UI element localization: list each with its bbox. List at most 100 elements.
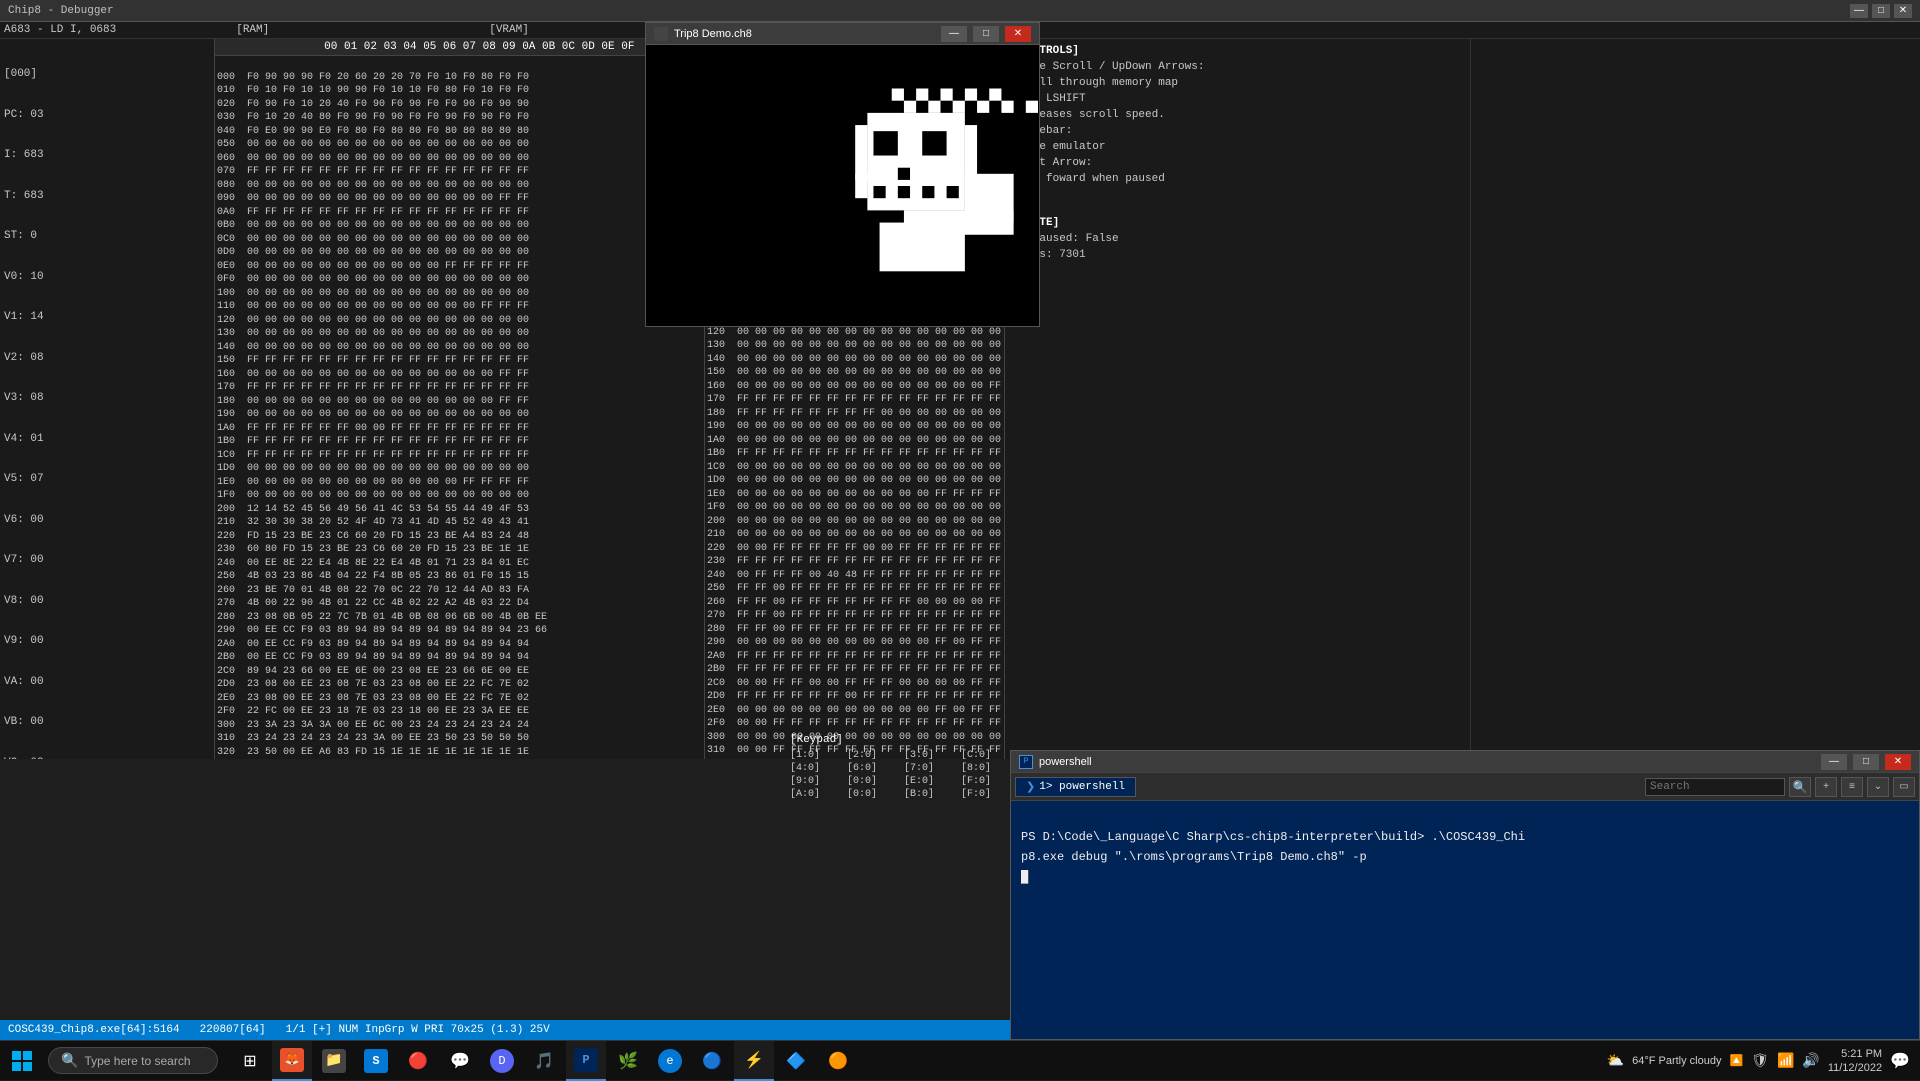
taskbar-icon-2[interactable]: 📁 xyxy=(314,1041,354,1081)
ps-toolbar-btn1[interactable]: + xyxy=(1815,777,1837,797)
taskbar: 🔍 Type here to search ⊞ 🦊 📁 S 🔴 💬 D 🎵 P xyxy=(0,1040,1920,1080)
close-button[interactable]: ✕ xyxy=(1894,4,1912,18)
volume-icon: 🔊 xyxy=(1802,1052,1819,1069)
app-icon-2: 📁 xyxy=(322,1049,346,1073)
register-vc: VC: 02 xyxy=(4,757,210,760)
ram-label: [RAM] xyxy=(236,24,269,36)
register-v7: V7: 00 xyxy=(4,554,210,568)
status-bar: COSC439_Chip8.exe[64]:5164 220807[64] 1/… xyxy=(0,1020,1010,1040)
windows-logo-icon xyxy=(12,1051,32,1071)
chip8-game-canvas xyxy=(646,45,1039,326)
status-process: COSC439_Chip8.exe[64]:5164 xyxy=(8,1024,180,1036)
state-steps: Steps: 7301 xyxy=(1013,247,1462,263)
register-v9: V9: 00 xyxy=(4,635,210,649)
ram-header: 00 01 02 03 04 05 06 07 08 09 0A 0B 0C 0… xyxy=(215,39,704,56)
status-memory: 220807[64] xyxy=(200,1024,266,1036)
taskbar-icon-1[interactable]: 🦊 xyxy=(272,1041,312,1081)
chip8-window: Trip8 Demo.ch8 — □ ✕ xyxy=(645,22,1040,327)
controls-line7: Right Arrow: xyxy=(1013,155,1462,171)
tray-icon-1: 🔼 xyxy=(1729,1054,1743,1067)
ps-tab-icon: ❯ xyxy=(1026,780,1035,794)
register-v4: V4: 01 xyxy=(4,433,210,447)
register-i: I: 683 xyxy=(4,149,210,163)
app-icon-4: 🔴 xyxy=(406,1049,430,1073)
controls-line8: Step foward when paused xyxy=(1013,171,1462,187)
taskbar-icon-4[interactable]: 🔴 xyxy=(398,1041,438,1081)
ps-toolbar-btn2[interactable]: ≡ xyxy=(1841,777,1863,797)
notification-icon[interactable]: 💬 xyxy=(1890,1051,1910,1071)
chip8-minimize-button[interactable]: — xyxy=(941,26,967,42)
time: 5:21 PM xyxy=(1828,1047,1882,1061)
taskbar-icon-10[interactable]: e xyxy=(650,1041,690,1081)
ps-line1: PS D:\Code\_Language\C Sharp\cs-chip8-in… xyxy=(1021,830,1525,844)
taskbar-icon-8[interactable]: P xyxy=(566,1041,606,1081)
taskbar-icon-12[interactable]: 🔷 xyxy=(776,1041,816,1081)
ps-toolbar-btn3[interactable]: ⌄ xyxy=(1867,777,1889,797)
app-icon-12: 🔷 xyxy=(784,1049,808,1073)
register-t: T: 683 xyxy=(4,190,210,204)
keypad-7-0: [7:0] xyxy=(904,763,959,774)
taskbar-icon-5[interactable]: 💬 xyxy=(440,1041,480,1081)
controls-panel: [CONTROLS] Mouse Scroll / UpDown Arrows:… xyxy=(1005,39,1471,759)
taskbar-icon-6[interactable]: D xyxy=(482,1041,522,1081)
state-title: [STATE] xyxy=(1013,215,1462,231)
keypad-title: [Keypad] xyxy=(790,734,1010,746)
taskbar-icon-7[interactable]: 🎵 xyxy=(524,1041,564,1081)
register-va: VA: 00 xyxy=(4,676,210,690)
window-controls: — □ ✕ xyxy=(1850,4,1912,18)
keypad-a-0: [A:0] xyxy=(790,789,845,800)
keypad-8-0: [8:0] xyxy=(961,763,1016,774)
system-tray: ⛅ 64°F Partly cloudy 🔼 🛡 📶 🔊 5:21 PM 11/… xyxy=(1597,1047,1920,1075)
network-icon: 📶 xyxy=(1777,1052,1794,1069)
keypad-4-0: [4:0] xyxy=(790,763,845,774)
controls-line3: Hold LSHIFT xyxy=(1013,91,1462,107)
ram-panel: 00 01 02 03 04 05 06 07 08 09 0A 0B 0C 0… xyxy=(215,39,705,759)
taskbar-icon-9[interactable]: 🌿 xyxy=(608,1041,648,1081)
maximize-button[interactable]: □ xyxy=(1872,4,1890,18)
chip8-maximize-button[interactable]: □ xyxy=(973,26,999,42)
app-icon-1: 🦊 xyxy=(280,1048,304,1072)
powershell-window: P powershell — □ ✕ ❯ 1> powershell 🔍 + ≡… xyxy=(1010,750,1920,1040)
chip8-close-button[interactable]: ✕ xyxy=(1005,26,1031,42)
keypad-9-0: [9:0] xyxy=(790,776,845,787)
app-icon-6: D xyxy=(490,1049,514,1073)
chip8-app-icon xyxy=(654,27,668,41)
ps-maximize-button[interactable]: □ xyxy=(1853,754,1879,770)
ps-toolbar-btn4[interactable]: ▭ xyxy=(1893,777,1915,797)
keypad-0-0: [0:0] xyxy=(847,776,902,787)
state-paused: Is Paused: False xyxy=(1013,231,1462,247)
register-v6: V6: 00 xyxy=(4,514,210,528)
taskbar-icon-13[interactable]: 🟠 xyxy=(818,1041,858,1081)
keypad-section: [Keypad] [1:0] [2:0] [3:0] [C:0] [4:0] [… xyxy=(790,734,1010,800)
title-bar: Chip8 - Debugger — □ ✕ xyxy=(0,0,1920,22)
ps-search-button[interactable]: 🔍 xyxy=(1789,777,1811,797)
ram-hex-content: 000 F0 90 90 90 F0 20 60 20 20 70 F0 10 … xyxy=(215,56,704,759)
start-button[interactable] xyxy=(0,1041,44,1081)
app-icon-13: 🟠 xyxy=(826,1049,850,1073)
taskbar-icon-3[interactable]: S xyxy=(356,1041,396,1081)
ps-minimize-button[interactable]: — xyxy=(1821,754,1847,770)
minimize-button[interactable]: — xyxy=(1850,4,1868,18)
taskbar-search-placeholder: Type here to search xyxy=(84,1054,190,1068)
keypad-grid: [1:0] [2:0] [3:0] [C:0] [4:0] [6:0] [7:0… xyxy=(790,750,1010,800)
vram-label: [VRAM] xyxy=(489,24,529,36)
ps-search-input[interactable] xyxy=(1645,778,1785,796)
taskbar-search[interactable]: 🔍 Type here to search xyxy=(48,1047,218,1074)
registers-panel: [000] PC: 03 I: 683 T: 683 ST: 0 V0: 10 … xyxy=(0,39,215,759)
ps-window-title: powershell xyxy=(1039,756,1815,768)
taskbar-icon-11[interactable]: 🔵 xyxy=(692,1041,732,1081)
app-icon-7: 🎵 xyxy=(532,1049,556,1073)
register-000: [000] xyxy=(4,68,210,82)
time-display[interactable]: 5:21 PM 11/12/2022 xyxy=(1828,1047,1882,1075)
app-icon-3: S xyxy=(364,1049,388,1073)
ps-tab[interactable]: ❯ 1> powershell xyxy=(1015,777,1136,797)
ps-close-button[interactable]: ✕ xyxy=(1885,754,1911,770)
register-vb: VB: 00 xyxy=(4,716,210,730)
app-icon-11: 🔵 xyxy=(700,1049,724,1073)
ps-tab-label: 1> powershell xyxy=(1039,781,1125,793)
taskbar-icon-task-view[interactable]: ⊞ xyxy=(230,1041,270,1081)
status-info: 1/1 [+] NUM InpGrp W PRI 70x25 (1.3) 25V xyxy=(286,1024,550,1036)
chip8-game-svg xyxy=(648,46,1038,326)
taskbar-icon-vs[interactable]: ⚡ xyxy=(734,1041,774,1081)
keypad-b-0: [0:0] xyxy=(847,789,902,800)
